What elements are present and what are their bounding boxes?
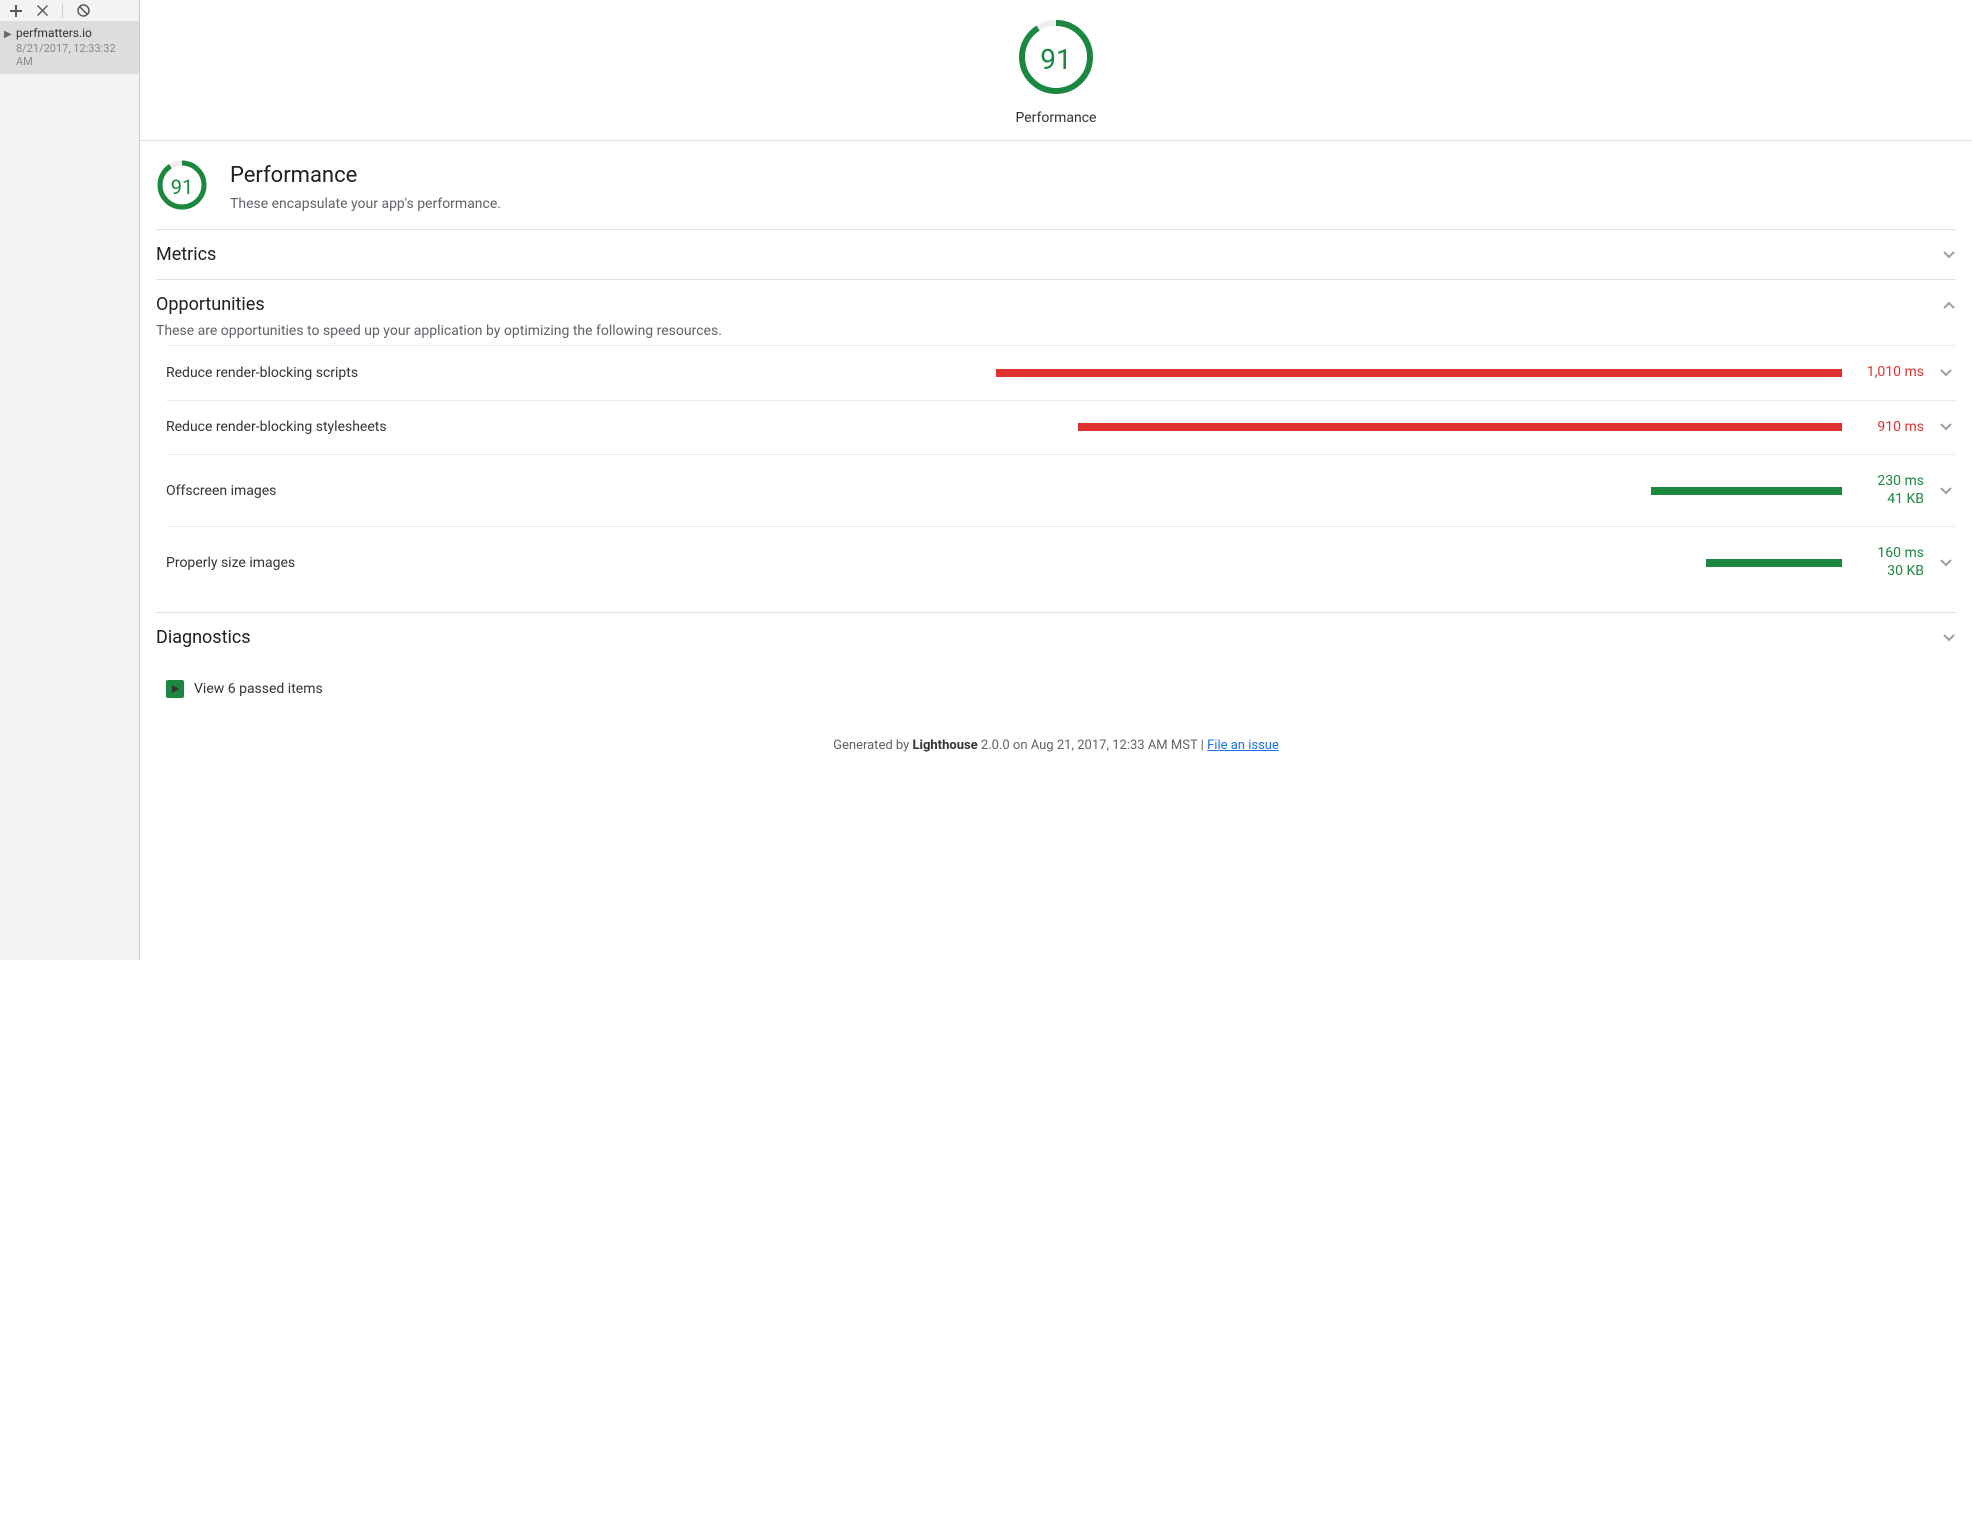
expand-icon: ▶ <box>4 29 12 40</box>
section-diagnostics: Diagnostics <box>156 613 1956 662</box>
audit-name: perfmatters.io <box>16 26 129 40</box>
metrics-title: Metrics <box>156 244 216 265</box>
file-issue-link[interactable]: File an issue <box>1207 738 1279 753</box>
opportunities-title: Opportunities <box>156 294 265 315</box>
category-gauge: 91 <box>156 159 208 215</box>
score-caption: Performance <box>1016 110 1097 126</box>
opportunities-toggle[interactable]: Opportunities <box>156 294 1956 315</box>
opportunity-bar <box>478 559 1842 567</box>
chevron-down-icon <box>1936 556 1956 570</box>
report-main: 91 Performance 91 Performance These enca… <box>140 0 1972 960</box>
opportunity-name: Reduce render-blocking stylesheets <box>166 419 466 435</box>
opportunity-bar <box>478 423 1842 431</box>
opportunity-values: 160 ms30 KB <box>1854 545 1924 580</box>
opportunity-row[interactable]: Offscreen images 230 ms41 KB <box>166 454 1956 526</box>
clear-button[interactable] <box>34 3 50 19</box>
passed-label: View 6 passed items <box>194 681 323 697</box>
opportunity-values: 230 ms41 KB <box>1854 473 1924 508</box>
diagnostics-toggle[interactable]: Diagnostics <box>156 627 1956 648</box>
play-icon <box>166 680 184 698</box>
category-subtitle: These encapsulate your app's performance… <box>230 196 501 212</box>
sidebar: ▶ perfmatters.io 8/21/2017, 12:33:32 AM <box>0 0 140 960</box>
score-value: 91 <box>1017 18 1095 100</box>
block-icon[interactable] <box>75 3 91 19</box>
chevron-up-icon <box>1942 298 1956 312</box>
opportunity-row[interactable]: Properly size images 160 ms30 KB <box>166 526 1956 598</box>
report-footer: Generated by Lighthouse 2.0.0 on Aug 21,… <box>156 698 1956 763</box>
opportunities-desc: These are opportunities to speed up your… <box>156 323 1956 339</box>
chevron-down-icon <box>1936 420 1956 434</box>
opportunity-bar <box>478 369 1842 377</box>
footer-text: 2.0.0 on Aug 21, 2017, 12:33 AM MST | <box>978 738 1207 753</box>
category-title: Performance <box>230 163 501 188</box>
new-audit-button[interactable] <box>8 3 24 19</box>
audit-list-item[interactable]: ▶ perfmatters.io 8/21/2017, 12:33:32 AM <box>0 22 139 74</box>
passed-toggle[interactable]: View 6 passed items <box>156 662 1956 698</box>
section-opportunities: Opportunities These are opportunities to… <box>156 280 1956 613</box>
opportunity-list: Reduce render-blocking scripts1,010 msRe… <box>156 345 1956 598</box>
category-score: 91 <box>156 159 208 215</box>
sidebar-toolbar <box>0 0 139 22</box>
chevron-down-icon <box>1942 631 1956 645</box>
hero: 91 Performance <box>140 0 1972 141</box>
category-header: 91 Performance These encapsulate your ap… <box>156 141 1956 230</box>
opportunity-name: Offscreen images <box>166 483 466 499</box>
toolbar-separator <box>62 4 63 18</box>
opportunity-bar <box>478 487 1842 495</box>
opportunity-values: 910 ms <box>1854 419 1924 437</box>
audit-timestamp: 8/21/2017, 12:33:32 AM <box>16 42 129 68</box>
footer-tool: Lighthouse <box>913 738 978 753</box>
opportunity-name: Properly size images <box>166 555 466 571</box>
chevron-down-icon <box>1936 484 1956 498</box>
chevron-down-icon <box>1942 248 1956 262</box>
section-metrics: Metrics <box>156 230 1956 280</box>
score-gauge: 91 <box>1017 18 1095 100</box>
opportunity-row[interactable]: Reduce render-blocking scripts 1,010 ms <box>166 345 1956 400</box>
footer-text: Generated by <box>833 738 912 753</box>
opportunity-values: 1,010 ms <box>1854 364 1924 382</box>
metrics-toggle[interactable]: Metrics <box>156 244 1956 265</box>
opportunity-name: Reduce render-blocking scripts <box>166 365 466 381</box>
diagnostics-title: Diagnostics <box>156 627 251 648</box>
chevron-down-icon <box>1936 366 1956 380</box>
opportunity-row[interactable]: Reduce render-blocking stylesheets 910 ms <box>166 400 1956 455</box>
